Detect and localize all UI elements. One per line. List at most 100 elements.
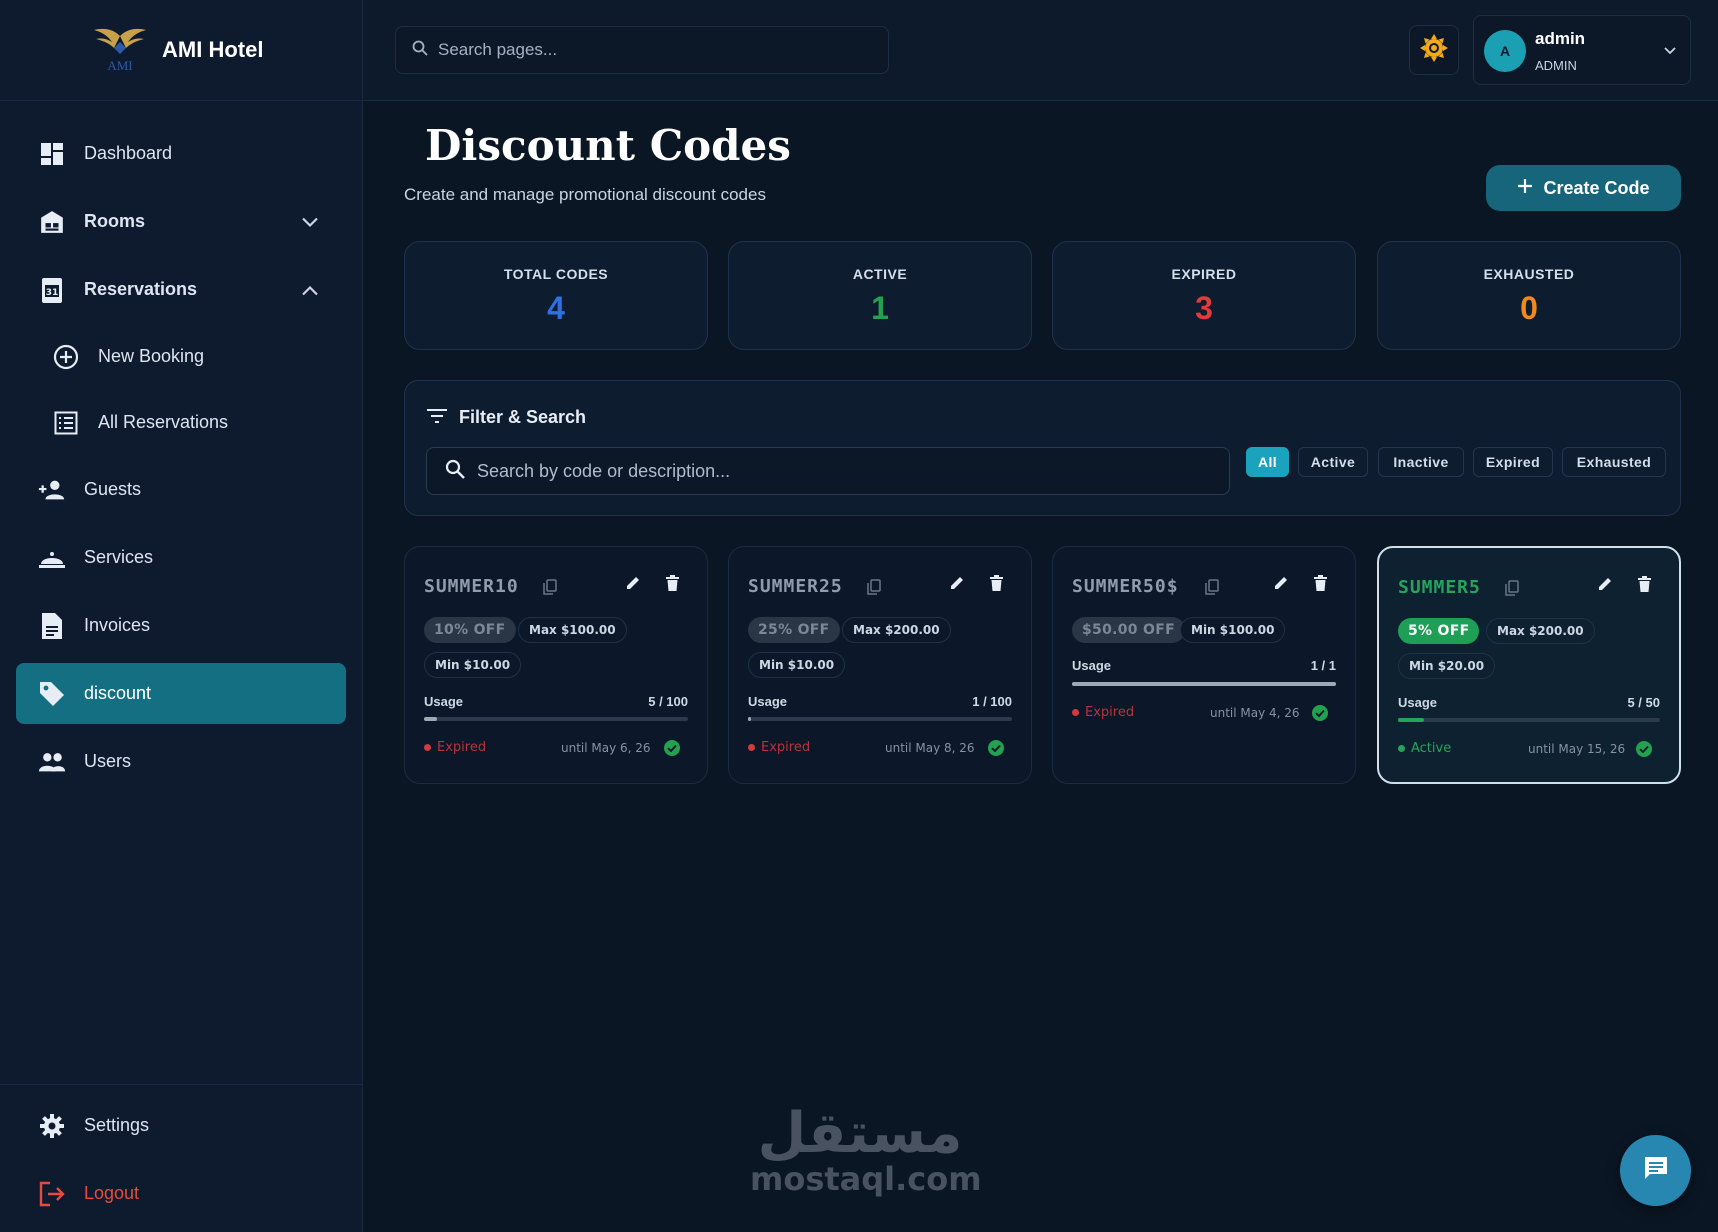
sidebar-item-users[interactable]: Users [16,731,346,792]
stat-card-exhausted: EXHAUSTED 0 [1377,241,1681,350]
status-text: Expired [761,740,811,755]
status-badge: Expired [1072,705,1134,720]
copy-icon[interactable] [543,579,557,600]
max-badge: Max $200.00 [1486,618,1595,644]
edit-icon[interactable] [1597,576,1613,597]
trash-icon[interactable] [1314,575,1327,596]
copy-icon[interactable] [867,579,881,600]
watermark: مستقل mostaql.com [750,1101,982,1198]
sidebar-item-all-reservations[interactable]: All Reservations [16,393,346,452]
sidebar-item-invoices[interactable]: Invoices [16,595,346,656]
max-badge: Max $200.00 [842,617,951,643]
copy-icon[interactable] [1505,580,1519,601]
sidebar-item-reservations[interactable]: 31 Reservations [16,259,346,320]
filter-title-text: Filter & Search [459,407,587,427]
sidebar-nav: Dashboard Rooms 31 Reservations New Book… [0,101,362,792]
svg-text:31: 31 [46,288,59,298]
code-name: SUMMER50$ [1072,576,1179,597]
watermark-arabic: مستقل [757,1101,963,1166]
code-name: SUMMER5 [1398,577,1481,598]
sidebar-item-discount[interactable]: discount [16,663,346,724]
chat-button[interactable] [1620,1135,1691,1206]
filter-chip-inactive[interactable]: Inactive [1378,447,1464,477]
topbar: A admin ADMIN [363,0,1718,101]
edit-icon[interactable] [625,575,641,596]
building-icon [38,208,66,236]
code-card-summer25[interactable]: SUMMER25 25% OFF Max $200.00 Min $10.00 … [728,546,1032,784]
check-circle-icon[interactable] [1635,740,1653,763]
min-badge: Min $20.00 [1398,653,1496,679]
expiry-date: until May 8, 26 [885,741,975,755]
document-icon [38,612,66,640]
filter-chip-exhausted[interactable]: Exhausted [1562,447,1666,477]
sidebar-item-label: discount [84,683,152,703]
user-menu[interactable]: A admin ADMIN [1473,15,1691,85]
theme-toggle-button[interactable] [1409,25,1459,75]
page-title: Discount Codes [425,121,791,170]
code-search[interactable] [426,447,1230,495]
brand[interactable]: AMI AMI Hotel [0,0,362,101]
trash-icon[interactable] [666,575,679,596]
usage-label: Usage [1072,658,1112,673]
sun-icon [1419,33,1449,68]
sidebar-item-logout[interactable]: Logout [16,1163,346,1224]
check-circle-icon[interactable] [1311,704,1329,727]
discount-badge: 10% OFF [424,617,516,643]
status-text: Expired [1085,705,1135,720]
sidebar-item-services[interactable]: Services [16,527,346,588]
usage-fill [1398,718,1425,722]
stat-value: 4 [547,290,565,326]
svg-text:AMI: AMI [107,58,132,73]
discount-badge: $50.00 OFF [1072,617,1185,643]
watermark-english: mostaql.com [750,1160,982,1198]
create-code-button[interactable]: Create Code [1486,165,1681,211]
sidebar-item-label: Dashboard [84,143,173,163]
edit-icon[interactable] [1273,575,1289,596]
sidebar-item-label: New Booking [98,346,205,366]
usage-bar [748,717,1012,721]
plus-circle-icon [52,343,80,371]
usage-value: 5 / 50 [1627,695,1660,710]
filter-chip-expired[interactable]: Expired [1473,447,1553,477]
sidebar-item-new-booking[interactable]: New Booking [16,327,346,386]
copy-icon[interactable] [1205,579,1219,600]
stat-label: ACTIVE [852,266,908,282]
trash-icon[interactable] [990,575,1003,596]
stat-value: 0 [1520,290,1538,326]
trash-icon[interactable] [1638,576,1651,597]
status-badge: Expired [748,740,810,755]
usage-label: Usage [424,694,464,709]
search-icon [445,459,465,484]
check-circle-icon[interactable] [987,739,1005,762]
status-badge: Expired [424,740,486,755]
code-card-summer50[interactable]: SUMMER50$ $50.00 OFF Min $100.00 Usage 1… [1052,546,1356,784]
stat-label: EXHAUSTED [1483,266,1575,282]
usage-label: Usage [748,694,788,709]
page-search-input[interactable] [438,40,878,60]
user-role: ADMIN [1535,58,1577,73]
sidebar-item-label: Services [84,547,154,567]
code-card-summer5[interactable]: SUMMER5 5% OFF Max $200.00 Min $20.00 Us… [1377,546,1681,784]
code-card-summer10[interactable]: SUMMER10 10% OFF Max $100.00 Min $10.00 … [404,546,708,784]
usage-value: 1 / 100 [972,694,1012,709]
check-circle-icon[interactable] [663,739,681,762]
avatar: A [1484,30,1526,72]
users-icon [38,748,66,776]
plus-icon [1517,178,1533,199]
filter-chip-all[interactable]: All [1246,447,1289,477]
code-search-input[interactable] [477,460,1217,482]
sidebar-item-settings[interactable]: Settings [16,1095,346,1156]
sidebar-item-dashboard[interactable]: Dashboard [16,123,346,184]
sidebar-item-rooms[interactable]: Rooms [16,191,346,252]
sidebar: AMI AMI Hotel Dashboard Rooms 31 Reserva… [0,0,363,1232]
sidebar-footer: Settings Logout [0,1084,362,1232]
chevron-up-icon[interactable] [302,279,318,300]
sidebar-item-guests[interactable]: Guests [16,459,346,520]
discount-badge: 5% OFF [1398,618,1480,644]
filter-chip-active[interactable]: Active [1298,447,1368,477]
page-search[interactable] [395,26,889,74]
usage-bar [1398,718,1660,722]
stat-card-expired: EXPIRED 3 [1052,241,1356,350]
chevron-down-icon[interactable] [302,211,318,232]
edit-icon[interactable] [949,575,965,596]
